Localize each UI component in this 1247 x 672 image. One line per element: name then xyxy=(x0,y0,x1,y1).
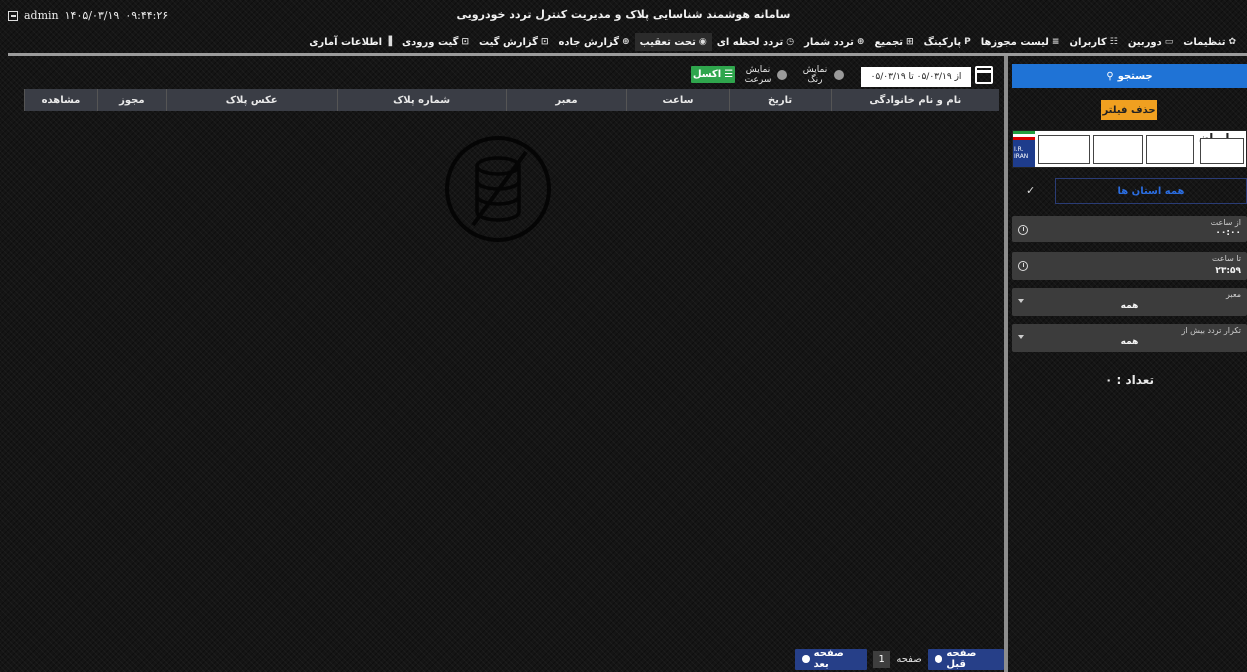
repeat-label: تکرار تردد بیش از xyxy=(1181,326,1241,335)
chevron-down-icon xyxy=(1018,299,1024,303)
target-icon: ◉ xyxy=(698,37,707,47)
pagination: صفحه بعد 1 صفحه صفحه قبل xyxy=(795,648,1004,670)
excel-export-button[interactable]: اکسل ☰ xyxy=(691,66,735,83)
next-page-button[interactable]: صفحه بعد xyxy=(795,648,868,670)
iran-flag-icon: I.R. IRAN xyxy=(1013,131,1035,167)
clear-filter-button[interactable]: حذف فیلتر xyxy=(1101,100,1157,120)
prev-icon xyxy=(934,655,943,663)
plate-part-1[interactable] xyxy=(1038,135,1090,164)
clock-icon: ◷ xyxy=(786,37,795,47)
nav-item-wanted[interactable]: ◉ تحت تعقیب xyxy=(634,33,712,51)
plate-code: I.R. IRAN xyxy=(1014,146,1029,160)
toggle-dot-icon[interactable] xyxy=(777,70,787,80)
nav-item-gate-report[interactable]: ⊡ گزارش گیت xyxy=(474,33,554,51)
calendar-icon[interactable] xyxy=(975,66,993,84)
column-header-plate-number[interactable]: شماره پلاک xyxy=(336,89,506,111)
sidebar-splitter[interactable] xyxy=(1004,56,1008,672)
to-time-field[interactable]: تا ساعت ۲۳:۵۹ xyxy=(1012,252,1247,280)
page-label: صفحه xyxy=(896,653,922,665)
nav-item-live-traffic[interactable]: ◷ تردد لحظه ای xyxy=(712,33,799,51)
nav-item-camera[interactable]: ▭ دوربین xyxy=(1123,33,1178,51)
nav-item-traffic-counter[interactable]: ⊕ تردد شمار xyxy=(799,33,869,51)
clock-icon[interactable] xyxy=(1018,261,1028,271)
from-time-value: ۰۰:۰۰ xyxy=(1215,228,1241,238)
next-icon xyxy=(802,655,810,663)
table-header-row: مشاهده مجوز عکس پلاک شماره پلاک معبر ساع… xyxy=(24,89,999,111)
date-range-input[interactable]: از ۰۵/۰۳/۱۹ تا ۰۵/۰۳/۱۹ xyxy=(861,67,971,87)
filter-row: از ۰۵/۰۳/۱۹ تا ۰۵/۰۳/۱۹ نمایش رنگ نمایش … xyxy=(8,65,1004,91)
camera-icon: ▭ xyxy=(1164,37,1174,47)
nav-item-stats[interactable]: ▐ اطلاعات آماری xyxy=(304,33,397,51)
gear-icon: ✿ xyxy=(1228,37,1236,47)
app-title: سامانه هوشمند شناسایی پلاک و مدیریت کنتر… xyxy=(456,8,791,21)
clock-icon[interactable] xyxy=(1018,225,1028,235)
filter-sidebar: جستجو ⚲ حذف فیلتر I.R. IRAN ایران همه اس… xyxy=(1012,64,1247,672)
show-color-toggle[interactable]: نمایش رنگ xyxy=(800,65,844,85)
result-count: تعداد : ۰ xyxy=(1105,373,1154,387)
passage-value: همه xyxy=(1120,301,1139,311)
nav-item-aggregate[interactable]: ⊞ تجمیع xyxy=(869,33,918,51)
plate-part-2[interactable] xyxy=(1093,135,1143,164)
parking-icon: P xyxy=(964,37,971,47)
from-time-label: از ساعت xyxy=(1210,218,1241,227)
plate-part-4[interactable] xyxy=(1200,138,1244,164)
circle-plus-icon: ⊕ xyxy=(622,37,630,47)
column-header-time[interactable]: ساعت xyxy=(626,89,730,111)
column-header-date[interactable]: تاریخ xyxy=(728,89,832,111)
list-icon: ≡ xyxy=(1051,37,1060,47)
repeat-select[interactable]: تکرار تردد بیش از همه xyxy=(1012,324,1247,352)
column-header-passage[interactable]: معبر xyxy=(505,89,627,111)
show-color-label: نمایش رنگ xyxy=(802,65,828,85)
top-bar: admin ۱۴۰۵/۰۳/۱۹ ۰۹:۴۴:۲۶ سامانه هوشمند … xyxy=(0,0,1247,56)
to-time-label: تا ساعت xyxy=(1212,254,1241,263)
check-icon[interactable]: ✓ xyxy=(1026,184,1035,197)
plate-part-3[interactable] xyxy=(1146,135,1194,164)
login-icon: ⊡ xyxy=(461,37,469,47)
nav-item-settings[interactable]: ✿ تنظیمات xyxy=(1178,33,1241,51)
column-header-plate-image[interactable]: عکس پلاک xyxy=(165,89,338,111)
bar-chart-icon: ▐ xyxy=(385,37,392,47)
toggle-dot-icon[interactable] xyxy=(834,70,844,80)
column-header-permit[interactable]: مجوز xyxy=(96,89,167,111)
passage-select[interactable]: معبر همه xyxy=(1012,288,1247,316)
nav-item-entry-gate[interactable]: ⊡ گیت ورودی xyxy=(397,33,474,51)
nav-item-road-report[interactable]: ⊕ گزارش جاده xyxy=(554,33,635,51)
grid-icon: ⊞ xyxy=(906,37,914,47)
results-panel: از ۰۵/۰۳/۱۹ تا ۰۵/۰۳/۱۹ نمایش رنگ نمایش … xyxy=(8,56,1004,672)
to-time-value: ۲۳:۵۹ xyxy=(1215,266,1241,276)
list-icon: ☰ xyxy=(724,69,734,80)
province-select[interactable]: همه استان ها xyxy=(1055,178,1247,204)
users-icon: ☷ xyxy=(1109,37,1118,47)
passage-label: معبر xyxy=(1226,290,1241,299)
circle-plus-icon: ⊕ xyxy=(856,37,865,47)
repeat-value: همه xyxy=(1120,337,1139,347)
show-speed-label: نمایش سرعت xyxy=(744,65,772,85)
excel-label: اکسل xyxy=(692,69,722,80)
no-data-icon xyxy=(445,136,551,242)
nav-item-parking[interactable]: P پارکینگ xyxy=(919,33,976,51)
results-table: مشاهده مجوز عکس پلاک شماره پلاک معبر ساع… xyxy=(24,89,999,111)
main-nav: ▐ اطلاعات آماری ⊡ گیت ورودی ⊡ گزارش گیت ⊕ گز… xyxy=(304,33,1241,51)
show-speed-toggle[interactable]: نمایش سرعت xyxy=(743,65,787,85)
column-header-fullname[interactable]: نام و نام خانوادگی xyxy=(830,89,999,111)
plate-input: I.R. IRAN ایران xyxy=(1012,130,1247,168)
page-number[interactable]: 1 xyxy=(873,650,891,668)
column-header-view[interactable]: مشاهده xyxy=(24,89,98,111)
province-row: همه استان ها ✓ xyxy=(1012,178,1247,204)
login-icon: ⊡ xyxy=(540,37,549,47)
nav-item-permits[interactable]: ≡ لیست مجوزها xyxy=(976,33,1065,51)
from-time-field[interactable]: از ساعت ۰۰:۰۰ xyxy=(1012,216,1247,242)
nav-item-users[interactable]: ☷ کاربران xyxy=(1064,33,1122,51)
prev-page-button[interactable]: صفحه قبل xyxy=(927,648,1004,670)
search-icon: ⚲ xyxy=(1106,70,1114,82)
chevron-down-icon xyxy=(1018,335,1024,339)
search-button[interactable]: جستجو ⚲ xyxy=(1012,64,1247,88)
plate-country: ایران xyxy=(1196,131,1246,167)
